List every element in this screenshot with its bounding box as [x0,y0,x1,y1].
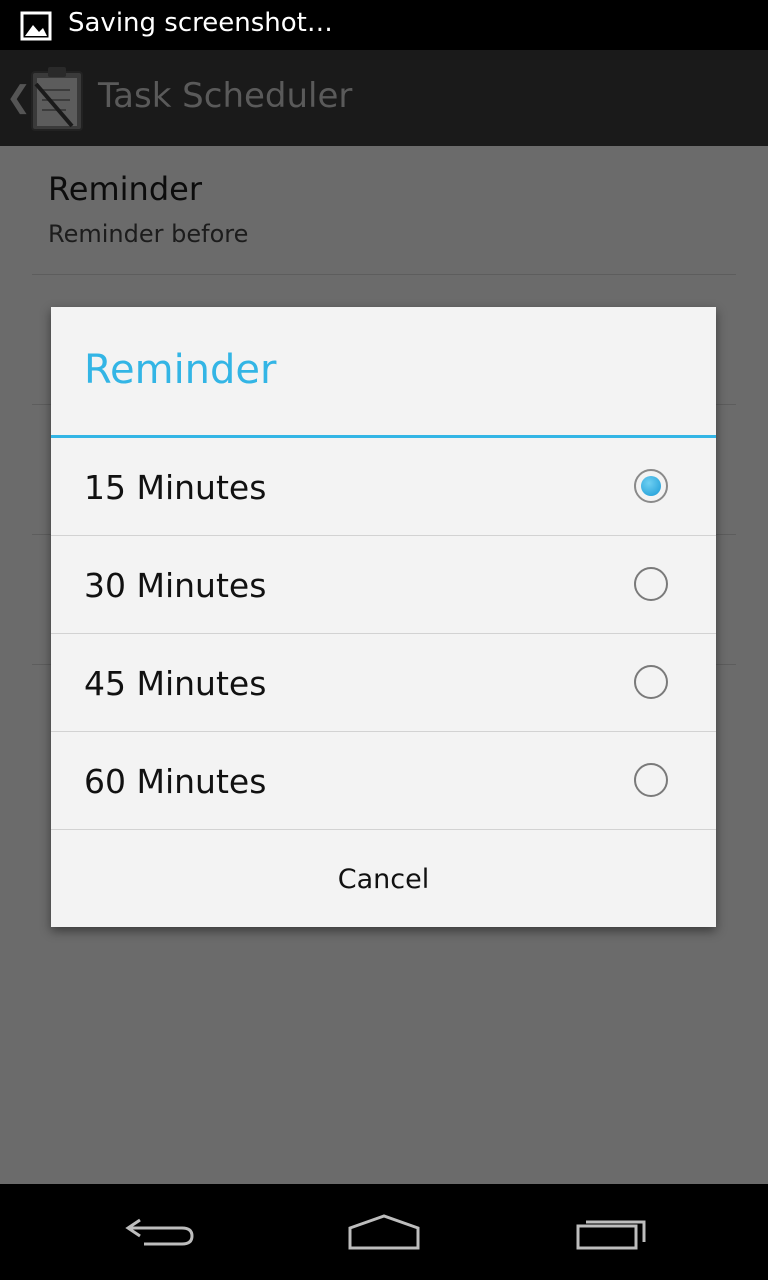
option-label: 45 Minutes [84,664,267,703]
back-icon[interactable] [120,1212,200,1252]
image-icon [20,11,52,41]
action-bar: ❮ Task Scheduler [0,50,768,146]
cancel-button[interactable]: Cancel [51,830,716,927]
recents-icon[interactable] [572,1212,652,1252]
preference-title: Reminder [48,170,202,208]
clipboard-icon[interactable] [26,64,88,132]
status-notification-text: Saving screenshot… [68,8,333,38]
option-label: 30 Minutes [84,566,267,605]
option-15-minutes[interactable]: 15 Minutes [51,438,716,535]
radio-unselected-icon[interactable] [634,665,668,699]
option-30-minutes[interactable]: 30 Minutes [51,536,716,633]
home-icon[interactable] [344,1212,424,1252]
option-label: 60 Minutes [84,762,267,801]
navigation-bar [0,1184,768,1280]
cancel-label: Cancel [337,864,430,895]
divider [32,274,736,275]
app-title: Task Scheduler [98,76,353,116]
preference-item-reminder[interactable]: Reminder Reminder before [0,146,768,276]
reminder-dialog: Reminder 15 Minutes 30 Minutes 45 Minute… [51,307,716,927]
preference-summary: Reminder before [48,220,249,248]
status-bar: Saving screenshot… [0,0,768,50]
option-label: 15 Minutes [84,468,267,507]
option-45-minutes[interactable]: 45 Minutes [51,634,716,731]
option-60-minutes[interactable]: 60 Minutes [51,732,716,829]
radio-unselected-icon[interactable] [634,567,668,601]
dialog-title: Reminder [84,347,277,393]
radio-selected-icon[interactable] [634,469,668,503]
radio-unselected-icon[interactable] [634,763,668,797]
